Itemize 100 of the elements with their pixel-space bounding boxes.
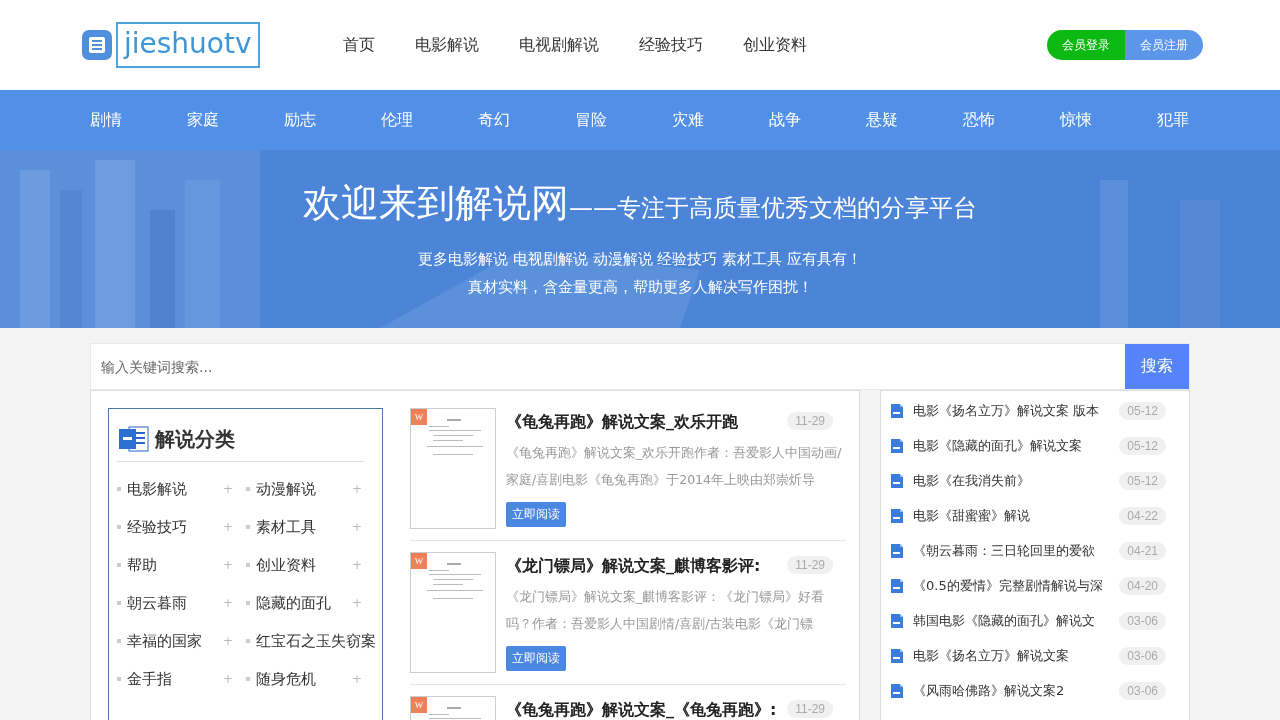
expand-toggle[interactable]: + (223, 596, 234, 610)
recent-date: 04-22 (1119, 506, 1166, 525)
document-thumbnail[interactable]: W (410, 552, 496, 673)
recent-link[interactable]: 《朝云暮雨：三日轮回里的爱欲 (913, 541, 1120, 560)
genre-link[interactable]: 伦理 (348, 109, 445, 131)
genre-link[interactable]: 冒险 (542, 109, 639, 131)
read-button[interactable]: 立即阅读 (506, 502, 566, 527)
category-link[interactable]: 金手指 (127, 669, 223, 689)
category-link[interactable]: 幸福的国家 (127, 631, 223, 651)
bullet-icon (246, 525, 250, 529)
category-link[interactable]: 红宝石之玉失窃案 (256, 631, 375, 651)
bullet-icon (246, 677, 250, 681)
bullet-icon (117, 677, 121, 681)
article-title[interactable]: 《龟兔再跑》解说文案_欢乐开跑 (506, 412, 738, 433)
recent-link[interactable]: 电影《扬名立万》解说文案 (913, 646, 1120, 665)
recent-date: 05-12 (1119, 436, 1166, 455)
nav-link[interactable]: 电影解说 (415, 34, 479, 56)
recent-link[interactable]: 韩国电影《隐藏的面孔》解说文 (913, 611, 1120, 630)
banner-subtitle: ——专注于高质量优秀文档的分享平台 (569, 193, 977, 224)
category-link[interactable]: 电影解说 (127, 479, 223, 499)
genre-link[interactable]: 恐怖 (930, 109, 1027, 131)
logo-text[interactable]: jieshuotv (116, 22, 260, 68)
expand-toggle[interactable]: + (352, 672, 363, 686)
recent-link[interactable]: 电影《隐藏的面孔》解说文案 (913, 436, 1120, 455)
genre-link[interactable]: 家庭 (154, 109, 251, 131)
genre-link[interactable]: 战争 (736, 109, 833, 131)
genre-link[interactable]: 惊悚 (1027, 109, 1124, 131)
expand-toggle[interactable]: + (352, 482, 363, 496)
nav-link[interactable]: 创业资料 (743, 34, 807, 56)
recent-link[interactable]: 《0.5的爱情》完整剧情解说与深 (913, 576, 1120, 595)
category-link[interactable]: 经验技巧 (127, 517, 223, 537)
word-document-icon (889, 577, 905, 594)
bullet-icon (246, 601, 250, 605)
bullet-icon (117, 639, 121, 643)
expand-toggle[interactable]: + (223, 520, 234, 534)
genre-link[interactable]: 励志 (251, 109, 348, 131)
article-title[interactable]: 《龙门镖局》解说文案_麒博客影评: (506, 556, 761, 577)
nav-link[interactable]: 电视剧解说 (519, 34, 599, 56)
category-link[interactable]: 朝云暮雨 (127, 593, 223, 613)
article-title[interactable]: 《龟兔再跑》解说文案_《龟兔再跑》: (506, 700, 777, 720)
article-date: 11-29 (787, 699, 833, 718)
banner-text: 更多电影解说 电视剧解说 动漫解说 经验技巧 素材工具 应有具有！ (418, 249, 862, 270)
category-link[interactable]: 创业资料 (256, 555, 352, 575)
category-link[interactable]: 隐藏的面孔 (256, 593, 352, 613)
word-badge: W (411, 697, 427, 713)
bullet-icon (246, 487, 250, 491)
bullet-icon (117, 487, 121, 491)
word-document-icon (889, 682, 905, 699)
logo-icon (82, 30, 112, 60)
recent-link[interactable]: 电影《扬名立万》解说文案 版本 (913, 401, 1120, 420)
expand-toggle[interactable]: + (352, 596, 363, 610)
document-page-drawing (425, 419, 485, 455)
category-link[interactable]: 素材工具 (256, 517, 352, 537)
recent-date: 03-06 (1119, 611, 1166, 630)
banner-title: 欢迎来到解说网 (303, 180, 569, 227)
word-badge: W (411, 409, 427, 425)
recent-date: 03-06 (1119, 681, 1166, 700)
category-link[interactable]: 随身危机 (256, 669, 352, 689)
expand-toggle[interactable]: + (223, 558, 234, 572)
genre-link[interactable]: 奇幻 (445, 109, 542, 131)
recent-date: 05-12 (1119, 401, 1166, 420)
word-badge: W (411, 553, 427, 569)
register-button[interactable]: 会员注册 (1125, 30, 1203, 60)
word-document-icon (889, 402, 905, 419)
recent-date: 04-21 (1119, 541, 1166, 560)
bullet-icon (246, 563, 250, 567)
genre-link[interactable]: 悬疑 (833, 109, 930, 131)
nav-link[interactable]: 经验技巧 (639, 34, 703, 56)
genre-link[interactable]: 剧情 (57, 109, 154, 131)
category-link[interactable]: 帮助 (127, 555, 223, 575)
category-link[interactable]: 动漫解说 (256, 479, 352, 499)
recent-link[interactable]: 电影《甜蜜蜜》解说 (913, 506, 1120, 525)
word-document-icon (889, 612, 905, 629)
read-button[interactable]: 立即阅读 (506, 646, 566, 671)
bullet-icon (117, 563, 121, 567)
genre-link[interactable]: 灾难 (639, 109, 736, 131)
expand-toggle[interactable]: + (223, 672, 234, 686)
nav-link[interactable]: 首页 (343, 34, 375, 56)
login-button[interactable]: 会员登录 (1047, 30, 1125, 60)
expand-toggle[interactable]: + (223, 634, 234, 648)
document-thumbnail[interactable]: W (410, 408, 496, 529)
recent-date: 03-06 (1119, 646, 1166, 665)
word-document-icon (889, 647, 905, 664)
recent-link[interactable]: 电影《在我消失前》 (913, 471, 1120, 490)
article-date: 11-29 (787, 555, 833, 574)
article-date: 11-29 (787, 411, 833, 430)
bullet-icon (117, 601, 121, 605)
expand-toggle[interactable]: + (352, 558, 363, 572)
search-button[interactable]: 搜索 (1125, 344, 1189, 389)
expand-toggle[interactable]: + (352, 520, 363, 534)
word-document-icon (889, 542, 905, 559)
recent-link[interactable]: 《风雨哈佛路》解说文案2 (913, 681, 1120, 700)
banner-text: 真材实料，含金量更高，帮助更多人解决写作困扰！ (467, 277, 813, 298)
genre-link[interactable]: 犯罪 (1124, 109, 1221, 131)
search-field[interactable]: 输入关键词搜索... 搜索 (90, 343, 1190, 390)
expand-toggle[interactable]: + (223, 482, 234, 496)
article-excerpt: 《龙门镖局》解说文案_麒博客影评：《龙门镖局》好看吗？作者：吾爱影人中国剧情/喜剧/古装电影《龙门镖 (506, 588, 826, 633)
document-thumbnail[interactable]: W (410, 696, 496, 720)
bullet-icon (246, 639, 250, 643)
word-document-icon (889, 472, 905, 489)
